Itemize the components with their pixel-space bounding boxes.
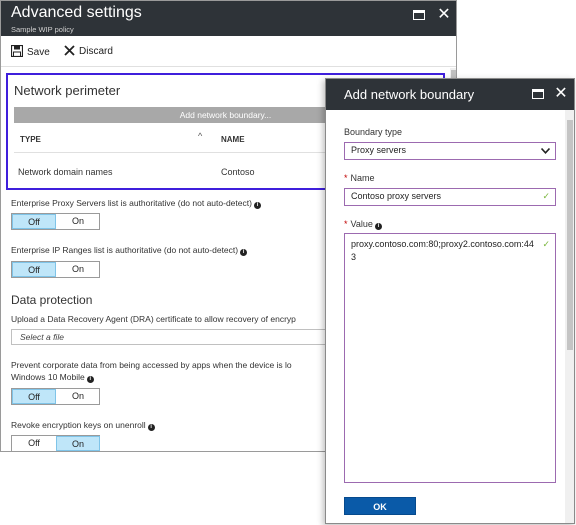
toggle-off-option[interactable]: Off xyxy=(12,214,56,229)
scrollbar-thumb[interactable] xyxy=(567,120,573,350)
column-header-name[interactable]: NAME xyxy=(221,135,245,144)
blade-subtitle: Sample WIP policy xyxy=(11,25,74,34)
value-text: proxy.contoso.com:80;proxy2.contoso.com:… xyxy=(351,239,534,262)
name-input[interactable]: Contoso proxy servers ✓ xyxy=(344,188,556,206)
info-icon[interactable]: i xyxy=(86,376,94,383)
name-value: Contoso proxy servers xyxy=(351,191,442,201)
discard-label: Discard xyxy=(79,46,113,57)
proxy-authoritative-label: Enterprise Proxy Servers list is authori… xyxy=(11,198,261,209)
dra-certificate-label: Upload a Data Recovery Agent (DRA) certi… xyxy=(11,314,296,324)
prevent-access-label: Prevent corporate data from being access… xyxy=(11,360,292,370)
save-button[interactable]: Save xyxy=(10,44,50,58)
toggle-on-option[interactable]: On xyxy=(56,262,100,277)
value-textarea[interactable]: proxy.contoso.com:80;proxy2.contoso.com:… xyxy=(344,233,556,483)
add-network-boundary-blade: Add network boundary ✕ Boundary type Pro… xyxy=(325,78,575,524)
ok-button[interactable]: OK xyxy=(344,497,416,515)
save-icon xyxy=(10,44,24,58)
network-perimeter-heading: Network perimeter xyxy=(14,83,121,98)
info-icon[interactable]: i xyxy=(240,249,248,256)
table-cell-name[interactable]: Contoso xyxy=(221,167,255,177)
toggle-off-option[interactable]: Off xyxy=(12,389,56,404)
toggle-off-option[interactable]: Off xyxy=(12,436,56,451)
data-protection-heading: Data protection xyxy=(11,293,93,307)
toggle-on-option[interactable]: On xyxy=(56,214,100,229)
blade-scrollbar[interactable] xyxy=(565,110,574,523)
name-label: * Name xyxy=(344,173,375,183)
discard-icon xyxy=(64,45,75,56)
table-cell-type[interactable]: Network domain names xyxy=(18,167,113,177)
toggle-on-option[interactable]: On xyxy=(56,436,100,451)
boundary-type-label: Boundary type xyxy=(344,127,403,137)
ip-authoritative-toggle: Off On xyxy=(11,261,100,278)
discard-button[interactable]: Discard xyxy=(64,45,113,57)
chevron-down-icon xyxy=(541,148,550,154)
command-bar: Save Discard xyxy=(1,37,456,67)
prevent-access-label-line2: Windows 10 Mobile i xyxy=(11,372,94,383)
revoke-keys-label: Revoke encryption keys on unenroll i xyxy=(11,420,155,431)
prevent-access-toggle: Off On xyxy=(11,388,100,405)
boundary-type-select[interactable]: Proxy servers xyxy=(344,142,556,160)
value-label: * Value i xyxy=(344,219,382,230)
toggle-off-option[interactable]: Off xyxy=(12,262,56,277)
checkmark-icon: ✓ xyxy=(542,239,550,249)
revoke-keys-toggle: Off On xyxy=(11,435,100,451)
blade-header: Advanced settings Sample WIP policy ✕ xyxy=(1,1,456,36)
ip-authoritative-label: Enterprise IP Ranges list is authoritati… xyxy=(11,245,248,256)
info-icon[interactable]: i xyxy=(147,424,155,431)
blade-title: Advanced settings xyxy=(11,4,142,21)
column-header-type[interactable]: TYPE xyxy=(20,135,41,144)
close-icon[interactable]: ✕ xyxy=(436,7,452,23)
info-icon[interactable]: i xyxy=(374,223,382,230)
blade-title: Add network boundary xyxy=(344,87,475,102)
boundary-type-value: Proxy servers xyxy=(351,145,407,155)
save-label: Save xyxy=(27,47,50,58)
checkmark-icon: ✓ xyxy=(542,191,550,201)
maximize-icon[interactable] xyxy=(411,7,427,23)
blade-header: Add network boundary ✕ xyxy=(326,79,574,110)
info-icon[interactable]: i xyxy=(253,202,261,209)
toggle-on-option[interactable]: On xyxy=(56,389,100,404)
close-icon[interactable]: ✕ xyxy=(553,86,569,102)
maximize-icon[interactable] xyxy=(530,86,546,102)
sort-ascending-icon[interactable]: ^ xyxy=(198,131,202,141)
proxy-authoritative-toggle: Off On xyxy=(11,213,100,230)
